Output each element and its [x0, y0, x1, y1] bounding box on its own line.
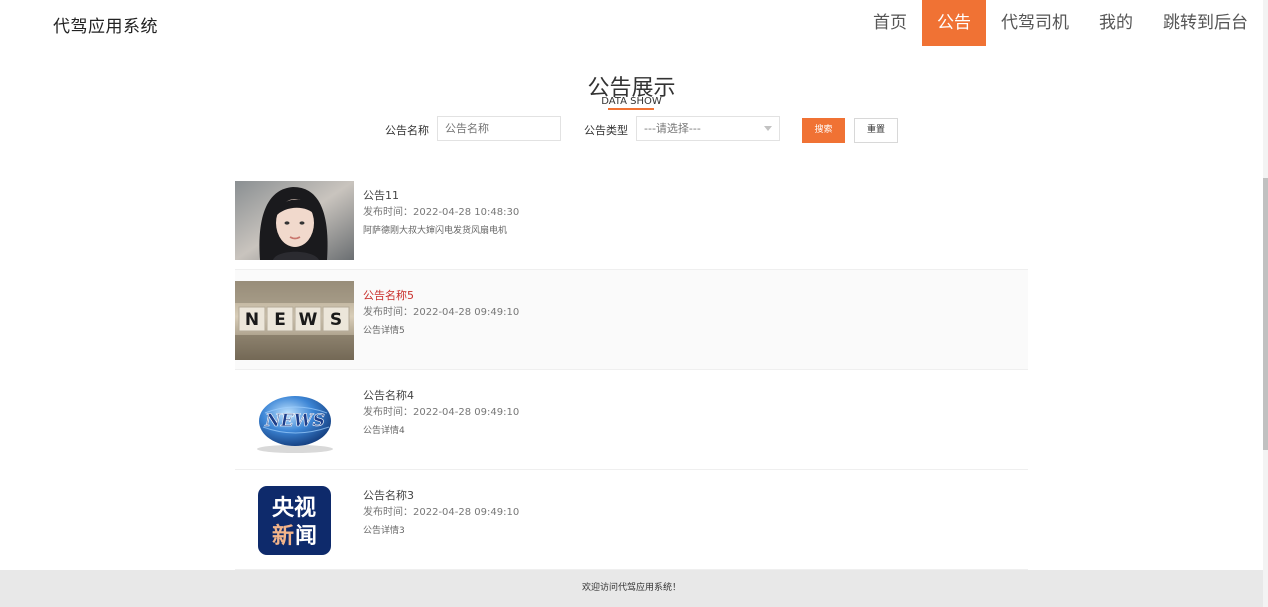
main-nav: 首页 公告 代驾司机 我的 跳转到后台	[858, 0, 1263, 46]
list-item[interactable]: 公告11 发布时间：2022-04-28 10:48:30 阿萨德刚大叔大婶闪电…	[235, 170, 1028, 270]
notice-desc: 公告详情3	[363, 526, 405, 536]
notice-title[interactable]: 公告名称5	[363, 287, 414, 303]
notice-title[interactable]: 公告11	[363, 187, 399, 203]
list-item[interactable]: NEWS 公告名称4 发布时间：2022-04-28 09:49:10 公告详情…	[235, 370, 1028, 470]
news-block-letter: N	[245, 310, 259, 330]
notice-list: 公告11 发布时间：2022-04-28 10:48:30 阿萨德刚大叔大婶闪电…	[235, 170, 1028, 570]
notice-type-selected: ---请选择---	[644, 122, 701, 135]
notice-thumbnail-news-blocks[interactable]: N E W S	[235, 281, 354, 360]
notice-time: 发布时间：2022-04-28 09:49:10	[363, 307, 520, 318]
reset-button[interactable]: 重置	[854, 118, 898, 143]
notice-time: 发布时间：2022-04-28 10:48:30	[363, 207, 520, 218]
notice-title[interactable]: 公告名称4	[363, 387, 414, 403]
notice-type-select[interactable]: ---请选择---	[636, 116, 780, 141]
notice-type-label: 公告类型	[584, 124, 628, 137]
news-block-letter: E	[274, 310, 286, 330]
notice-desc: 公告详情4	[363, 426, 405, 436]
notice-thumbnail-portrait[interactable]	[235, 181, 354, 260]
cctv-logo-char-b: 闻	[295, 524, 317, 549]
top-navbar: 代驾应用系统 首页 公告 代驾司机 我的 跳转到后台	[0, 0, 1263, 46]
nav-notices[interactable]: 公告	[922, 0, 986, 46]
cctv-logo-line1: 央视	[272, 495, 316, 521]
notice-title[interactable]: 公告名称3	[363, 487, 414, 503]
nav-home[interactable]: 首页	[858, 0, 922, 46]
notice-time: 发布时间：2022-04-28 09:49:10	[363, 407, 520, 418]
notice-desc: 公告详情5	[363, 326, 405, 336]
cctv-logo-char-a: 新	[272, 523, 294, 549]
page-subtitle: DATA SHOW	[601, 96, 662, 107]
globe-news-text: NEWS	[264, 411, 325, 431]
nav-drivers[interactable]: 代驾司机	[986, 0, 1084, 46]
list-item[interactable]: N E W S 公告名称5 发布时间：2022-04-28 09:49:10 公…	[235, 270, 1028, 370]
scrollbar-thumb[interactable]	[1263, 178, 1268, 450]
app-brand[interactable]: 代驾应用系统	[53, 12, 158, 37]
news-block-letter: W	[299, 310, 318, 330]
notice-thumbnail-cctv-logo[interactable]: 央视 新 闻	[235, 481, 354, 560]
notice-thumbnail-globe[interactable]: NEWS	[235, 381, 354, 460]
notice-time: 发布时间：2022-04-28 09:49:10	[363, 507, 520, 518]
notice-name-label: 公告名称	[385, 124, 429, 137]
nav-mine[interactable]: 我的	[1084, 0, 1148, 46]
notice-desc: 阿萨德刚大叔大婶闪电发货风扇电机	[363, 226, 508, 236]
footer: 欢迎访问代驾应用系统！	[0, 570, 1263, 607]
chevron-down-icon	[764, 126, 772, 131]
news-block-letter: S	[330, 310, 342, 330]
nav-admin[interactable]: 跳转到后台	[1148, 0, 1263, 46]
title-underline	[608, 108, 654, 110]
search-button[interactable]: 搜索	[802, 118, 845, 143]
list-item[interactable]: 央视 新 闻 公告名称3 发布时间：2022-04-28 09:49:10 公告…	[235, 470, 1028, 570]
notice-name-input[interactable]	[437, 116, 561, 141]
